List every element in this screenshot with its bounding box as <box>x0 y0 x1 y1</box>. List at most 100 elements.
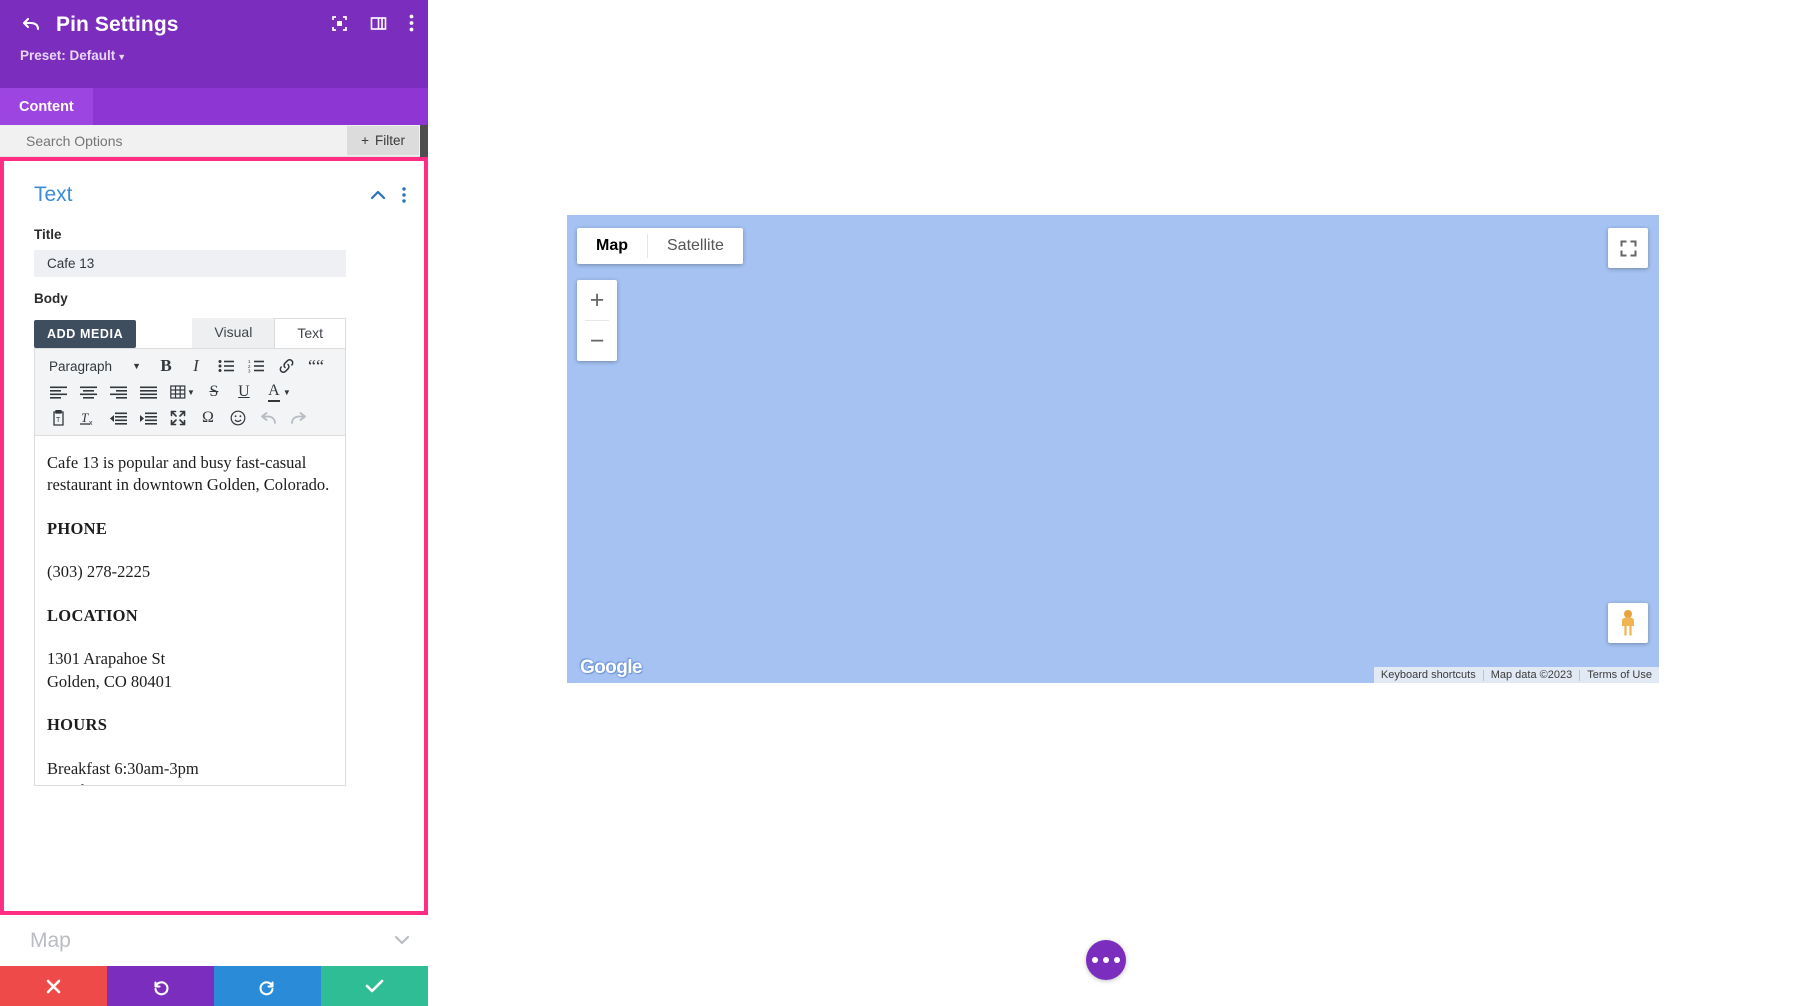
bulleted-list-icon[interactable] <box>211 354 241 378</box>
fullscreen-icon[interactable] <box>163 406 193 430</box>
tab-text[interactable]: Text <box>274 318 346 348</box>
chevron-down-icon: ▼ <box>132 361 141 371</box>
emoji-icon[interactable] <box>223 406 253 430</box>
editor-paragraph: Cafe 13 is popular and busy fast-casual … <box>47 453 330 495</box>
svg-text:3: 3 <box>248 369 251 374</box>
underline-icon[interactable]: U <box>229 380 259 404</box>
google-logo: Google <box>580 657 642 678</box>
editor-content-area[interactable]: Cafe 13 is popular and busy fast-casual … <box>34 436 346 786</box>
layout-columns-icon[interactable] <box>370 15 387 32</box>
zoom-out-button[interactable]: − <box>577 321 617 361</box>
header-icon-group <box>331 14 414 32</box>
editor-paragraph: LOCATION <box>47 605 139 625</box>
plus-icon: + <box>361 133 369 148</box>
google-map[interactable]: Map Satellite + − Google Keyboard shortc… <box>566 214 1660 684</box>
panel-header: Pin Settings Preset: Default ▼ <box>0 0 428 88</box>
floating-options-button[interactable] <box>1086 940 1126 980</box>
section-header: Text <box>4 161 424 213</box>
tab-content-label: Content <box>19 98 74 115</box>
three-dots-icon <box>1114 957 1120 963</box>
back-arrow-icon[interactable] <box>18 12 44 38</box>
toolbar-row-3: T Tx Ω <box>37 405 343 431</box>
title-input[interactable] <box>34 250 346 277</box>
editor-topbar: ADD MEDIA Visual Text <box>34 314 346 348</box>
chevron-down-icon: ▼ <box>117 52 127 62</box>
save-button[interactable] <box>321 966 428 1006</box>
undo-icon[interactable] <box>253 406 283 430</box>
zoom-in-button[interactable]: + <box>577 280 617 320</box>
outdent-icon[interactable] <box>103 406 133 430</box>
format-select[interactable]: Paragraph ▼ <box>43 359 151 374</box>
terms-of-use-link[interactable]: Terms of Use <box>1580 669 1659 681</box>
align-left-icon[interactable] <box>43 380 73 404</box>
align-center-icon[interactable] <box>73 380 103 404</box>
svg-text:“: “ <box>308 359 316 374</box>
svg-text:x: x <box>89 420 93 426</box>
body-field-label: Body <box>34 291 68 306</box>
italic-icon[interactable]: I <box>181 354 211 378</box>
clear-formatting-icon[interactable]: Tx <box>73 406 103 430</box>
map-data-copyright: Map data ©2023 <box>1490 669 1573 681</box>
map-type-map[interactable]: Map <box>577 228 647 264</box>
section-menu-vertical-dots-icon[interactable] <box>402 187 406 203</box>
svg-text:T: T <box>81 410 89 425</box>
search-bar: + Filter <box>0 125 428 157</box>
three-dots-icon <box>1103 957 1109 963</box>
chevron-up-icon[interactable] <box>370 190 386 200</box>
editor-toolbar: Paragraph ▼ B I 123 ““ ▼ S U A ▼ T T x Ω <box>34 348 346 436</box>
strikethrough-icon[interactable]: S <box>199 380 229 404</box>
section-title: Text <box>34 183 73 206</box>
editor-mode-tabs: Visual Text <box>192 318 346 348</box>
fullscreen-button[interactable] <box>1608 228 1648 268</box>
table-chevron-down-icon[interactable]: ▼ <box>187 388 195 397</box>
cancel-button[interactable] <box>0 966 107 1006</box>
pin-settings-panel: Pin Settings Preset: Default ▼ Content S… <box>0 0 428 1006</box>
editor-paragraph: PHONE <box>47 518 108 538</box>
keyboard-shortcuts-link[interactable]: Keyboard shortcuts <box>1374 669 1483 681</box>
editor-paragraph: Breakfast 6:30am-3pmLunch 11am-3pm <box>47 758 199 786</box>
title-field-label: Title <box>34 227 62 242</box>
editor-paragraph: 1301 Arapahoe St Golden, CO 80401 <box>47 649 173 691</box>
scrollbar-thumb[interactable] <box>420 125 428 157</box>
filter-button[interactable]: + Filter <box>347 126 419 155</box>
zoom-control: + − <box>577 280 617 361</box>
search-input[interactable] <box>0 125 348 156</box>
svg-text:T: T <box>56 417 61 424</box>
preset-selector[interactable]: Preset: Default ▼ <box>20 48 410 63</box>
paste-as-text-icon[interactable]: T <box>43 406 73 430</box>
special-character-icon[interactable]: Ω <box>193 406 223 430</box>
text-settings-section: Text Title Body ADD MEDIA Visual Text <box>0 157 428 915</box>
redo-icon[interactable] <box>283 406 313 430</box>
action-bar <box>0 966 428 1006</box>
three-dots-icon <box>1092 957 1098 963</box>
map-type-control: Map Satellite <box>577 228 743 264</box>
link-icon[interactable] <box>271 354 301 378</box>
preset-label: Preset: Default <box>20 48 116 63</box>
indent-icon[interactable] <box>133 406 163 430</box>
editor-paragraph: (303) 278-2225 <box>47 562 151 582</box>
svg-text:“: “ <box>316 359 324 374</box>
street-view-pegman-icon[interactable] <box>1608 603 1648 643</box>
map-section-title: Map <box>30 929 71 952</box>
numbered-list-icon[interactable]: 123 <box>241 354 271 378</box>
vertical-dots-icon[interactable] <box>409 14 414 32</box>
page-title: Pin Settings <box>56 13 179 36</box>
align-right-icon[interactable] <box>103 380 133 404</box>
map-settings-section-header[interactable]: Map <box>0 915 428 953</box>
panel-tabs: Content <box>0 88 428 125</box>
toolbar-row-2: ▼ S U A ▼ <box>37 379 343 405</box>
tab-content[interactable]: Content <box>0 88 93 125</box>
bold-icon[interactable]: B <box>151 354 181 378</box>
align-justify-icon[interactable] <box>133 380 163 404</box>
blockquote-icon[interactable]: ““ <box>301 354 331 378</box>
editor-paragraph: HOURS <box>47 715 108 735</box>
focus-frame-icon[interactable] <box>331 15 348 32</box>
text-color-chevron-down-icon[interactable]: ▼ <box>283 388 291 397</box>
tab-visual[interactable]: Visual <box>192 318 275 348</box>
chevron-down-icon[interactable] <box>394 932 410 950</box>
map-type-satellite[interactable]: Satellite <box>648 228 743 264</box>
toolbar-row-1: Paragraph ▼ B I 123 ““ <box>37 353 343 379</box>
undo-button[interactable] <box>107 966 214 1006</box>
redo-button[interactable] <box>214 966 321 1006</box>
add-media-button[interactable]: ADD MEDIA <box>34 320 137 348</box>
